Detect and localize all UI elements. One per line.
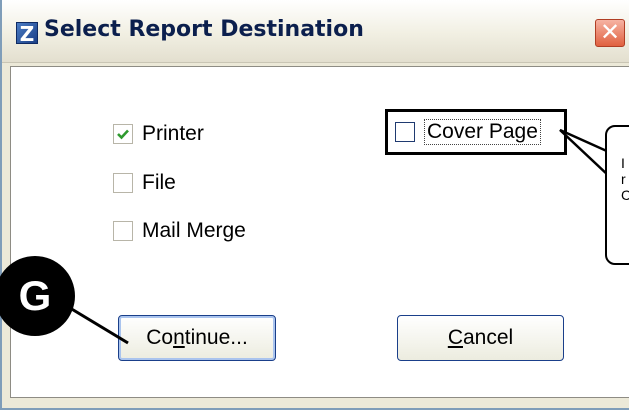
note-line: C (621, 187, 629, 203)
note-line: r (621, 171, 626, 187)
note-line: I (621, 155, 625, 171)
callout-pointer-lines (69, 128, 611, 345)
callout-g-pointer (69, 306, 129, 345)
callout-note-box: I r C (605, 125, 629, 265)
note-pointer (559, 128, 611, 179)
